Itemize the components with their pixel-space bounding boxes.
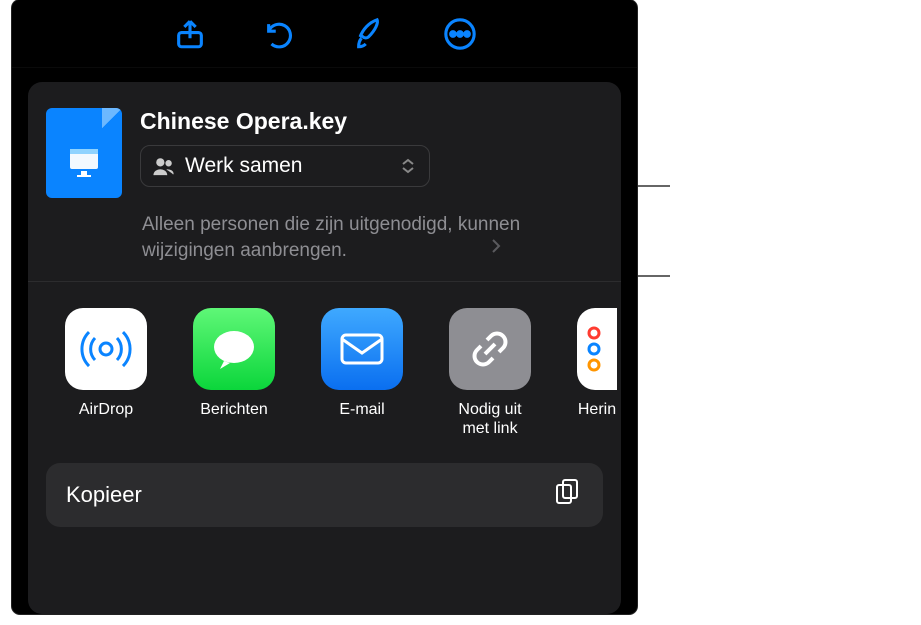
app-mail[interactable]: E-mail: [316, 308, 408, 438]
permissions-text: Alleen personen die zijn uitgenodigd, ku…: [142, 214, 520, 261]
more-button[interactable]: [437, 11, 483, 57]
copy-icon: [553, 477, 583, 512]
collaborate-dropdown[interactable]: Werk samen: [140, 145, 430, 187]
messages-icon: [193, 308, 275, 390]
app-label: Herin: [572, 400, 621, 419]
share-sheet: Chinese Opera.key Werk samen Alleen pers…: [28, 82, 621, 614]
document-thumbnail: [46, 108, 122, 198]
app-invite-link[interactable]: Nodig uit met link: [444, 308, 536, 438]
permissions-row[interactable]: Alleen personen die zijn uitgenodigd, ku…: [28, 198, 621, 263]
document-title: Chinese Opera.key: [140, 108, 603, 135]
people-icon: [153, 155, 175, 177]
app-label: AirDrop: [79, 400, 133, 419]
link-icon: [449, 308, 531, 390]
share-apps-row: AirDrop Berichten E-mail Nodig uit met l…: [28, 282, 621, 438]
share-button[interactable]: [167, 11, 213, 57]
toolbar: [12, 0, 637, 68]
copy-label: Kopieer: [66, 482, 142, 508]
copy-action[interactable]: Kopieer: [46, 463, 603, 527]
airdrop-icon: [65, 308, 147, 390]
app-label: Berichten: [200, 400, 268, 419]
app-label: Nodig uit met link: [444, 400, 536, 438]
app-messages[interactable]: Berichten: [188, 308, 280, 438]
collaborate-label: Werk samen: [185, 154, 389, 178]
app-label: E-mail: [339, 400, 384, 419]
mail-icon: [321, 308, 403, 390]
app-reminders[interactable]: Herin: [572, 308, 621, 438]
app-airdrop[interactable]: AirDrop: [60, 308, 152, 438]
device-frame: Chinese Opera.key Werk samen Alleen pers…: [12, 0, 637, 614]
reminders-icon: [577, 308, 617, 390]
chevron-right-icon: [491, 236, 501, 262]
undo-button[interactable]: [257, 11, 303, 57]
updown-chevron-icon: [399, 157, 417, 175]
format-brush-button[interactable]: [347, 11, 393, 57]
